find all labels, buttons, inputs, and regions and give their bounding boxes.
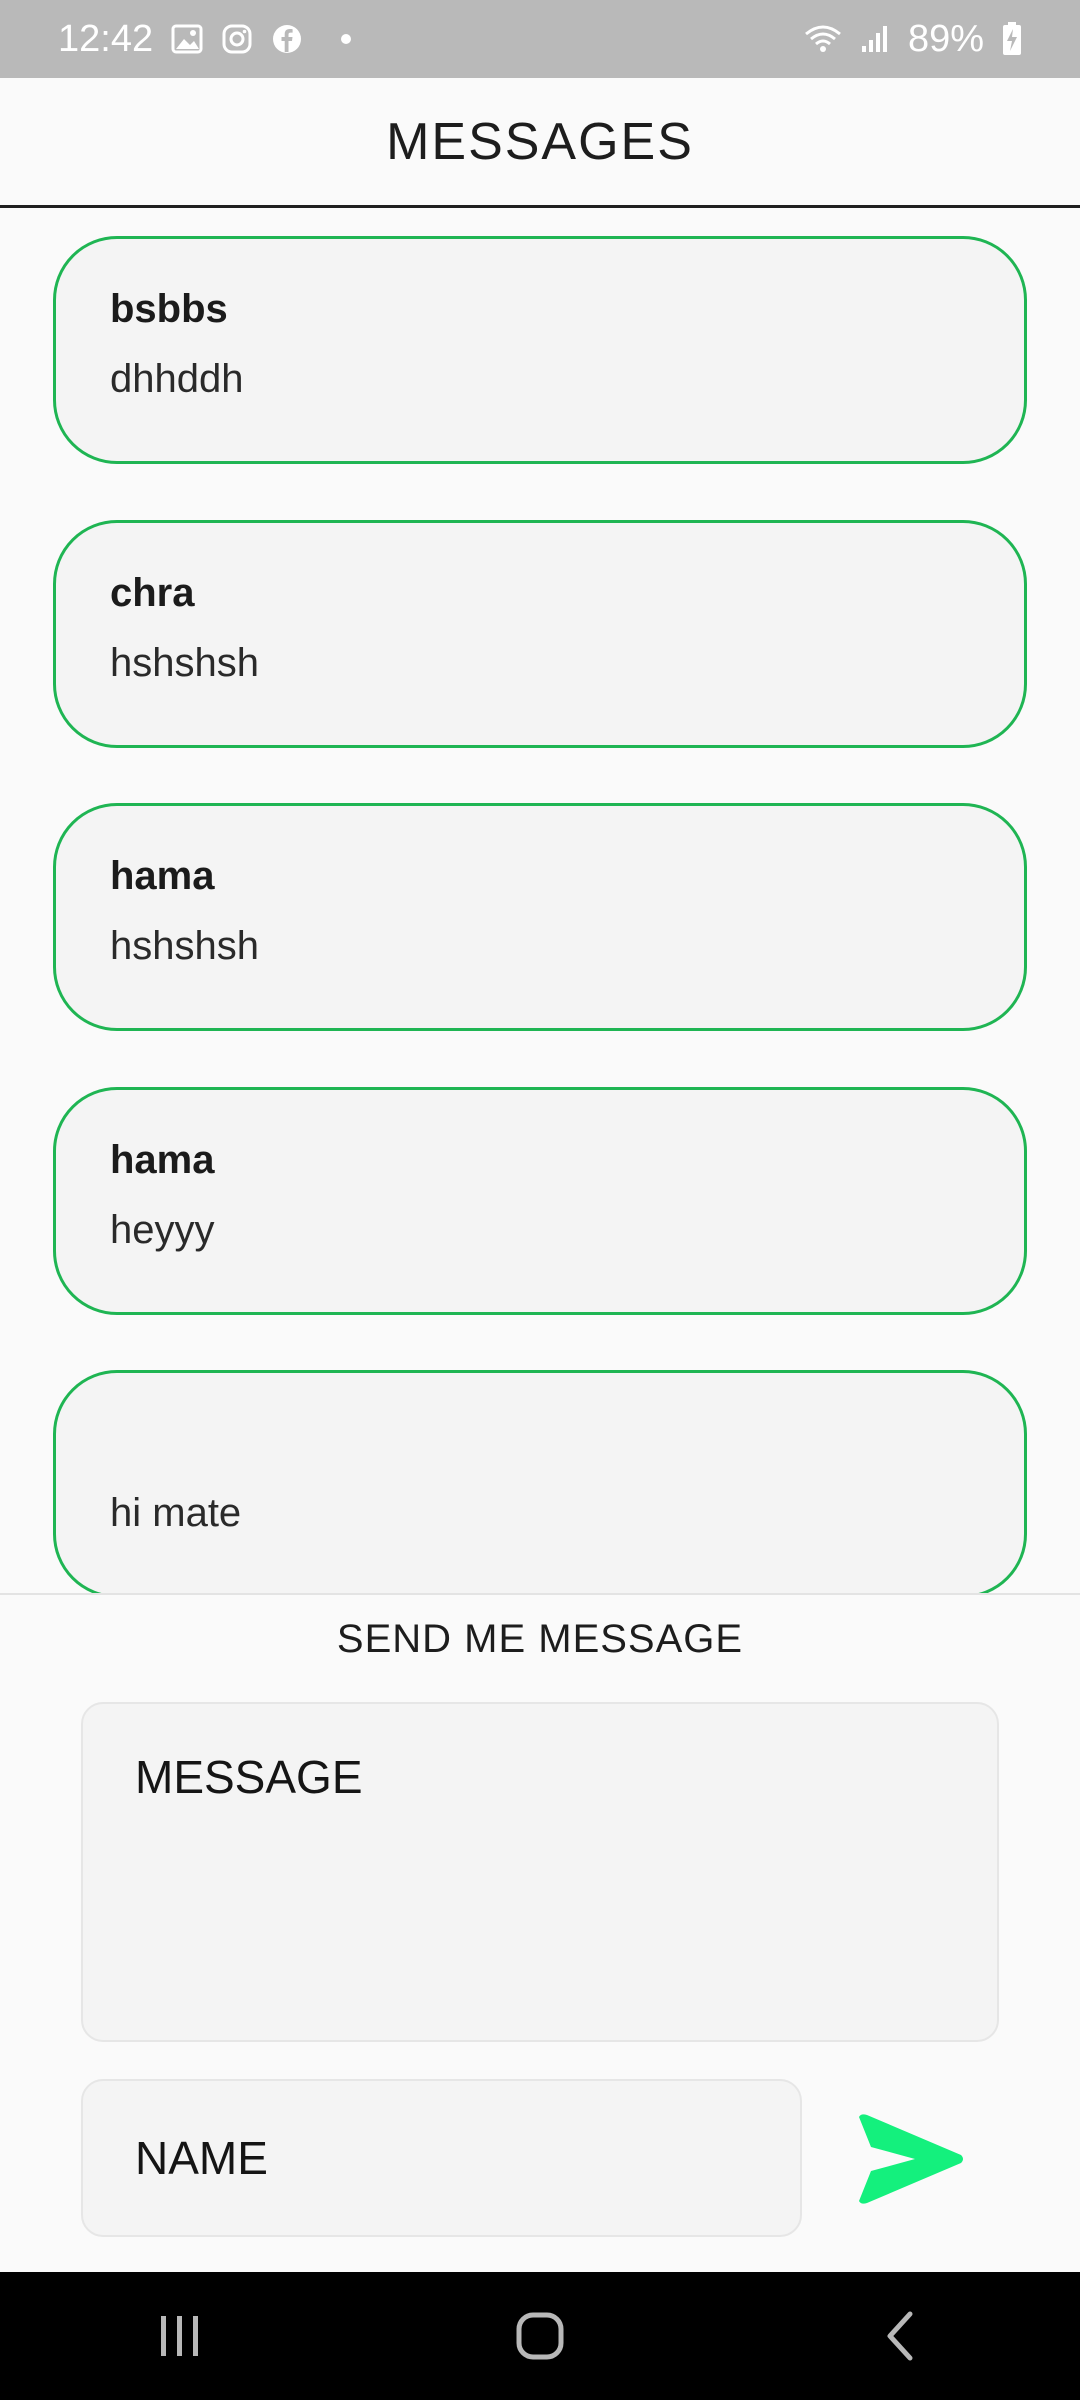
back-button[interactable] [840, 2296, 960, 2376]
recent-apps-icon [161, 2316, 198, 2356]
page-title: MESSAGES [386, 112, 694, 171]
name-input[interactable]: NAME [81, 2079, 802, 2237]
status-bar-right: 89% [804, 18, 1022, 61]
message-text: heyyy [110, 1208, 215, 1252]
message-sender: chra [110, 571, 195, 615]
message-text: hshshsh [110, 924, 259, 968]
facebook-icon [271, 23, 303, 55]
message-sender: hama [110, 854, 215, 898]
recent-apps-button[interactable] [120, 2296, 240, 2376]
gallery-icon [171, 24, 203, 54]
section-divider [0, 1593, 1080, 1595]
back-icon [887, 2311, 913, 2361]
message-sender: bsbbs [110, 287, 228, 331]
message-text: hshshsh [110, 641, 259, 685]
notification-dot-icon [341, 34, 352, 44]
message-list[interactable]: bsbbs dhhddh chra hshshsh hama hshshsh h… [0, 210, 1080, 1593]
send-button[interactable] [852, 2110, 970, 2208]
status-bar-left: 12:42 [58, 17, 352, 61]
signal-icon [860, 24, 890, 54]
system-nav-bar [0, 2272, 1080, 2400]
message-text: dhhddh [110, 357, 244, 401]
message-card[interactable]: hi mate [53, 1370, 1027, 1593]
send-section-title: SEND ME MESSAGE [336, 1617, 744, 1661]
send-arrow-icon [859, 2114, 963, 2204]
battery-charging-icon [1002, 22, 1022, 56]
instagram-icon [221, 23, 253, 55]
status-bar: 12:42 89% [0, 0, 1080, 78]
message-card[interactable]: hama hshshsh [53, 803, 1027, 1031]
app-header: MESSAGES [0, 78, 1080, 208]
message-input[interactable]: MESSAGE [81, 1702, 999, 2042]
home-icon [516, 2312, 564, 2360]
message-card[interactable]: chra hshshsh [53, 520, 1027, 748]
message-text: hi mate [110, 1491, 242, 1535]
wifi-icon [804, 24, 842, 54]
message-sender [110, 1421, 1024, 1471]
message-card[interactable]: bsbbs dhhddh [53, 236, 1027, 464]
status-time: 12:42 [58, 17, 154, 60]
message-card[interactable]: hama heyyy [53, 1087, 1027, 1315]
message-placeholder: MESSAGE [135, 1751, 363, 1803]
battery-percent: 89% [907, 17, 984, 60]
name-placeholder: NAME [135, 2132, 268, 2184]
home-button[interactable] [480, 2296, 600, 2376]
message-sender: hama [110, 1138, 215, 1182]
